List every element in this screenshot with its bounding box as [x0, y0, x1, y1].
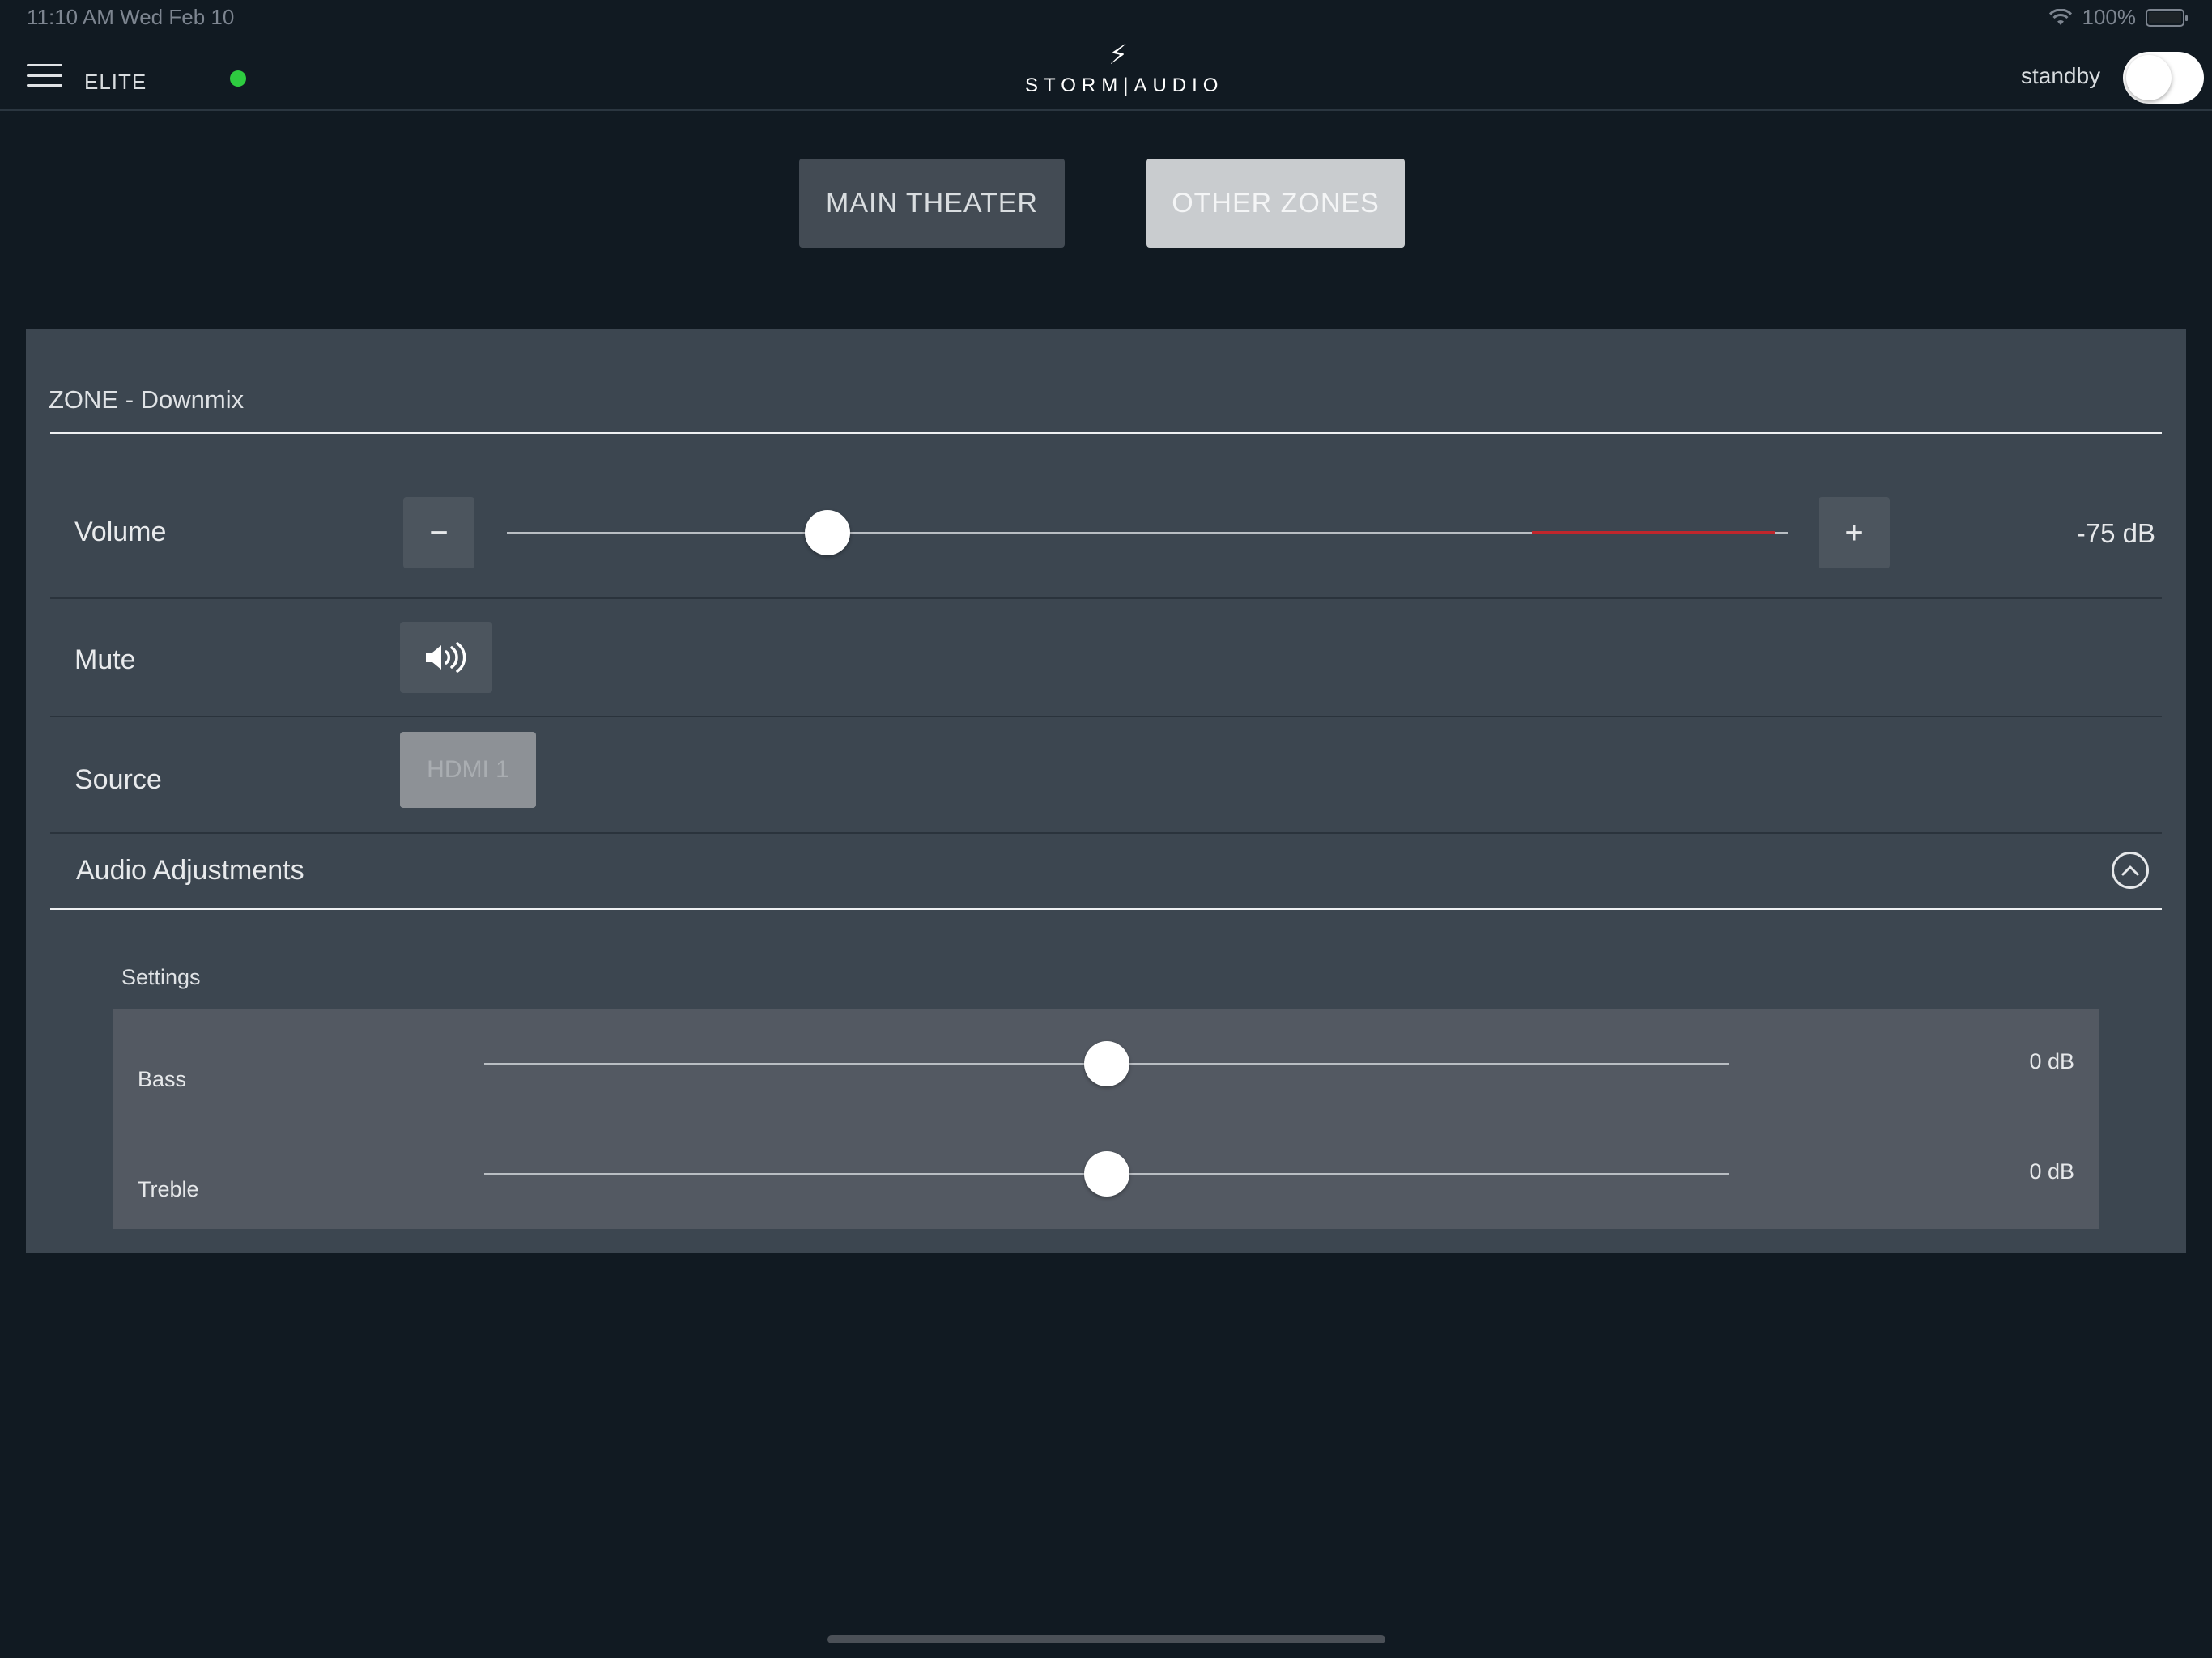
battery-percent: 100%: [2082, 5, 2137, 29]
status-right: 100%: [2048, 5, 2188, 30]
tab-other-zones[interactable]: OTHER ZONES: [1146, 159, 1405, 248]
device-name: ELITE: [84, 70, 147, 94]
hamburger-menu-icon[interactable]: [27, 64, 62, 87]
treble-slider[interactable]: [484, 1151, 1729, 1197]
connection-status-dot: [230, 70, 246, 87]
settings-panel: Bass 0 dB Treble 0 dB: [113, 1009, 2099, 1229]
brand-logo: ⚡ STORM|AUDIO: [1025, 37, 1224, 97]
chevron-up-icon[interactable]: [2112, 852, 2149, 889]
source-label: Source: [74, 764, 162, 795]
audio-adjustments-divider: [50, 908, 2162, 910]
speaker-volume-icon: [426, 642, 466, 673]
app-header: ELITE ⚡ STORM|AUDIO standby: [0, 37, 2212, 111]
settings-title: Settings: [121, 965, 201, 989]
treble-label: Treble: [138, 1177, 199, 1201]
battery-icon: [2146, 8, 2188, 27]
bass-slider-knob[interactable]: [1083, 1041, 1129, 1086]
app-screen: 11:10 AM Wed Feb 10 100% ELITE ⚡ STORM|A…: [0, 0, 2212, 1658]
mute-label: Mute: [74, 644, 136, 675]
wifi-icon: [2048, 8, 2072, 25]
volume-slider[interactable]: [507, 510, 1788, 555]
volume-slider-knob[interactable]: [804, 510, 850, 555]
row-divider: [50, 716, 2162, 717]
zone-panel: ZONE - Downmix Volume − + -75 dB Mute So…: [26, 329, 2186, 1253]
bass-slider[interactable]: [484, 1041, 1729, 1086]
volume-down-button[interactable]: −: [403, 497, 474, 568]
zone-title: ZONE - Downmix: [49, 385, 245, 414]
volume-warning-zone: [1531, 531, 1775, 534]
zone-title-divider: [50, 432, 2162, 434]
volume-label: Volume: [74, 517, 167, 547]
volume-value: -75 dB: [2076, 518, 2155, 548]
source-select-button[interactable]: HDMI 1: [400, 732, 536, 808]
mute-button[interactable]: [400, 622, 492, 693]
volume-up-button[interactable]: +: [1819, 497, 1890, 568]
home-indicator: [827, 1635, 1385, 1643]
brand-name: STORM|AUDIO: [1025, 74, 1224, 96]
audio-adjustments-label[interactable]: Audio Adjustments: [76, 855, 304, 886]
status-time: 11:10 AM Wed Feb 10: [27, 5, 235, 29]
bass-value: 0 dB: [2029, 1049, 2074, 1073]
tab-main-theater[interactable]: MAIN THEATER: [799, 159, 1065, 248]
standby-toggle[interactable]: [2123, 52, 2204, 104]
row-divider: [50, 832, 2162, 834]
treble-value: 0 dB: [2029, 1159, 2074, 1184]
standby-toggle-knob: [2126, 55, 2172, 100]
treble-slider-knob[interactable]: [1083, 1151, 1129, 1197]
row-divider: [50, 597, 2162, 599]
standby-label: standby: [2021, 63, 2101, 88]
status-bar: 11:10 AM Wed Feb 10 100%: [0, 0, 2212, 37]
bass-label: Bass: [138, 1067, 187, 1091]
bolt-icon: ⚡: [1108, 40, 1128, 70]
